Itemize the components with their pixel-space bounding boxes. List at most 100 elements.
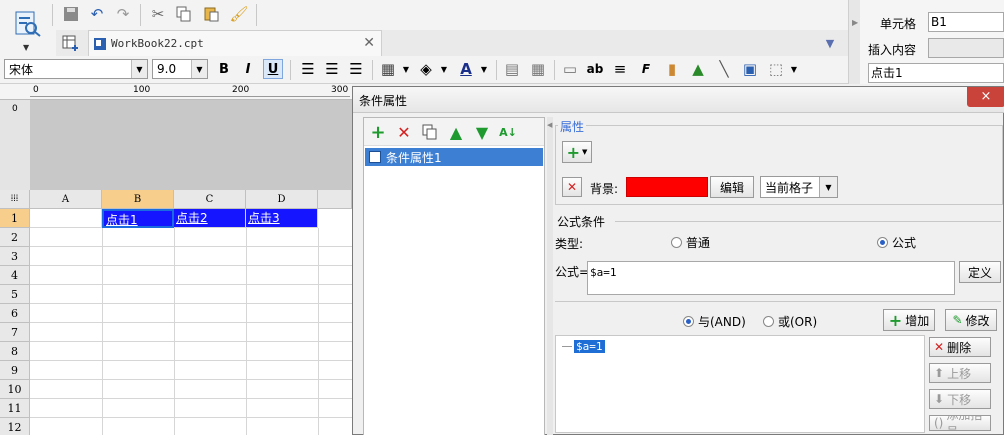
row-header[interactable]: 5: [0, 285, 30, 304]
formula-input[interactable]: $a=1: [587, 261, 955, 295]
rich-text-icon[interactable]: ≡: [610, 59, 630, 79]
and-radio[interactable]: 与(AND): [683, 313, 746, 330]
copy-icon[interactable]: [420, 122, 440, 142]
move-down-icon[interactable]: ▼: [472, 122, 492, 142]
section-divider: [615, 221, 1001, 222]
app-menu-button[interactable]: ▼: [6, 6, 46, 52]
font-family-select[interactable]: 宋体 ▼: [4, 59, 148, 79]
border-icon[interactable]: ▦: [378, 59, 398, 79]
underline-icon[interactable]: U: [263, 59, 283, 79]
or-radio[interactable]: 或(OR): [763, 313, 817, 330]
save-icon[interactable]: [61, 4, 81, 24]
add-condition-button[interactable]: + 增加: [883, 309, 935, 331]
define-button[interactable]: 定义: [959, 261, 1001, 283]
row-header[interactable]: 8: [0, 342, 30, 361]
move-up-icon[interactable]: ▲: [446, 122, 466, 142]
align-left-icon[interactable]: ☰: [298, 59, 318, 79]
merge-cells-icon[interactable]: ▤: [502, 59, 522, 79]
fill-color-icon[interactable]: ◈: [416, 59, 436, 79]
list-item[interactable]: 条件属性1: [365, 148, 543, 166]
row-header[interactable]: 2: [0, 228, 30, 247]
slash-icon[interactable]: ╲: [714, 59, 734, 79]
panel-splitter[interactable]: ▶: [848, 0, 860, 84]
sort-az-icon[interactable]: A↓: [498, 122, 518, 142]
cell-content-field[interactable]: 点击1: [868, 63, 1004, 83]
cell-address-field[interactable]: B1: [928, 12, 1004, 32]
spreadsheet-grid[interactable]: ⁞⁞⁞ A B C D 1 2 3 4 5 6 7 8 9 10 11 12 点…: [0, 190, 352, 435]
chevron-down-icon: ▼: [131, 60, 147, 78]
insert-field[interactable]: [928, 38, 1004, 58]
cell-c1[interactable]: 点击2: [174, 209, 246, 228]
font-color-icon[interactable]: A: [456, 59, 476, 79]
chevron-down-icon[interactable]: ▼: [784, 59, 804, 79]
align-center-icon[interactable]: ☰: [322, 59, 342, 79]
row-header[interactable]: 4: [0, 266, 30, 285]
chevron-down-icon[interactable]: ▼: [474, 59, 494, 79]
remove-property-button[interactable]: ✕: [562, 177, 582, 197]
sub-report-icon[interactable]: ▣: [740, 59, 760, 79]
tab-workbook[interactable]: WorkBook22.cpt ✕: [88, 30, 382, 56]
edit-button[interactable]: 编辑: [710, 176, 754, 198]
tab-label: WorkBook22.cpt: [111, 37, 204, 50]
move-up-button[interactable]: ⬆ 上移: [929, 363, 991, 383]
bold-icon[interactable]: B: [214, 59, 234, 79]
formula-label: 公式=: [555, 265, 590, 279]
column-header[interactable]: A: [30, 190, 102, 209]
pane-splitter[interactable]: ◀: [547, 117, 553, 435]
chevron-down-icon[interactable]: ▼: [396, 59, 416, 79]
select-all-corner[interactable]: ⁞⁞⁞: [0, 190, 30, 209]
modify-condition-button[interactable]: ✎ 修改: [945, 309, 997, 331]
cell-a1[interactable]: [30, 209, 102, 228]
text-field-icon[interactable]: ▭: [560, 59, 580, 79]
frame-icon[interactable]: ⬚: [766, 59, 786, 79]
cut-icon[interactable]: ✂: [148, 4, 168, 24]
chevron-down-icon[interactable]: ▼: [434, 59, 454, 79]
column-header[interactable]: B: [102, 190, 174, 209]
redo-icon[interactable]: ↷: [113, 4, 133, 24]
row-header[interactable]: 1: [0, 209, 30, 228]
column-header[interactable]: C: [174, 190, 246, 209]
background-color-swatch[interactable]: [626, 177, 708, 197]
paste-icon[interactable]: [201, 4, 221, 24]
type-formula-radio[interactable]: 公式: [877, 234, 916, 251]
tree-node[interactable]: $a=1: [574, 340, 605, 353]
cell-b1[interactable]: 点击1: [102, 209, 174, 228]
text-ab-icon[interactable]: ab: [585, 59, 605, 79]
cell-d1[interactable]: 点击3: [246, 209, 318, 228]
unmerge-cells-icon[interactable]: ▦: [528, 59, 548, 79]
add-icon: +: [566, 142, 580, 162]
condition-tree[interactable]: $a=1: [555, 335, 925, 433]
delete-icon[interactable]: ✕: [394, 122, 414, 142]
align-right-icon[interactable]: ☰: [346, 59, 366, 79]
chart-icon[interactable]: ▮: [662, 59, 682, 79]
undo-icon[interactable]: ↶: [87, 4, 107, 24]
row-header[interactable]: 11: [0, 399, 30, 418]
add-property-button[interactable]: + ▼: [562, 141, 592, 163]
scope-value: 当前格子: [765, 180, 814, 195]
copy-icon[interactable]: [174, 4, 194, 24]
close-button[interactable]: ×: [967, 87, 1004, 107]
delete-condition-button[interactable]: ✕ 删除: [929, 337, 991, 357]
row-header[interactable]: 9: [0, 361, 30, 380]
dialog-titlebar[interactable]: 条件属性 ×: [353, 87, 1004, 113]
tab-list-icon[interactable]: ▼: [820, 33, 840, 53]
add-icon[interactable]: +: [368, 122, 388, 143]
formula-icon[interactable]: F: [636, 59, 656, 79]
row-header[interactable]: 12: [0, 418, 30, 435]
format-painter-icon[interactable]: 🖌: [229, 4, 249, 24]
column-header[interactable]: D: [246, 190, 318, 209]
row-header[interactable]: 7: [0, 323, 30, 342]
image-icon[interactable]: ▲: [688, 59, 708, 79]
new-report-icon[interactable]: [60, 33, 80, 53]
italic-icon[interactable]: I: [238, 59, 258, 79]
add-bracket-button[interactable]: () 添加括号: [929, 415, 991, 431]
row-header[interactable]: 10: [0, 380, 30, 399]
scope-select[interactable]: 当前格子 ▼: [760, 176, 838, 198]
type-normal-radio[interactable]: 普通: [671, 234, 710, 251]
move-down-button[interactable]: ⬇ 下移: [929, 389, 991, 409]
close-tab-icon[interactable]: ✕: [363, 35, 375, 51]
row-header[interactable]: 6: [0, 304, 30, 323]
row-header[interactable]: 3: [0, 247, 30, 266]
font-size-select[interactable]: 9.0 ▼: [152, 59, 208, 79]
type-label: 类型:: [555, 237, 584, 251]
